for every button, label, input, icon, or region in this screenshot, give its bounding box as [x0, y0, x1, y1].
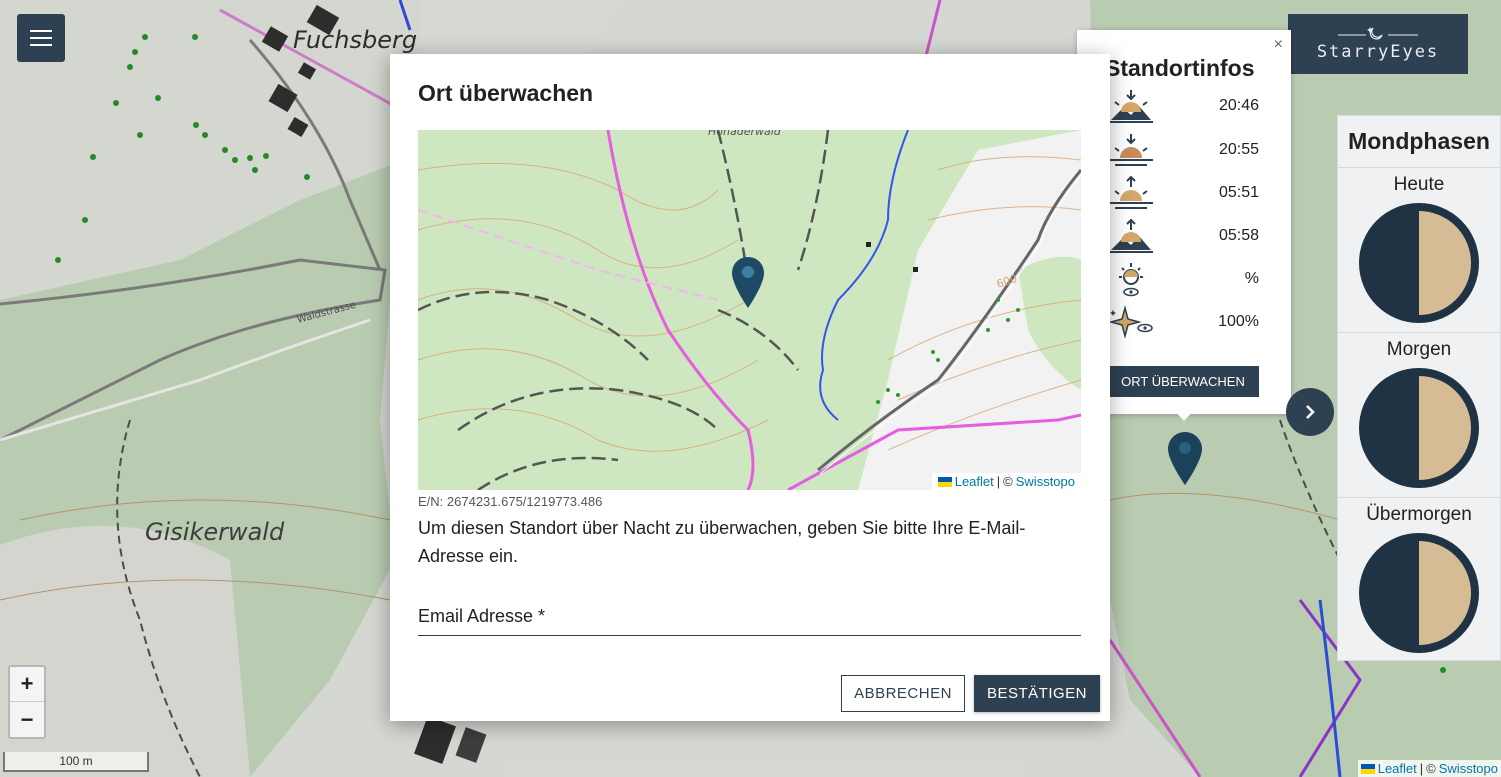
info-row-sun-visibility: % — [1107, 261, 1277, 297]
logo-text: StarryEyes — [1316, 42, 1440, 62]
star-visibility-icon — [1108, 305, 1153, 339]
moon-phase-label: Heute — [1393, 174, 1445, 195]
mini-map-attribution: Leaflet | © Swisstopo — [931, 473, 1081, 490]
info-value: 100% — [1218, 313, 1259, 330]
sunset-icon — [1109, 90, 1153, 123]
leaflet-link[interactable]: Leaflet — [955, 474, 994, 489]
moon-phase-icon — [1359, 533, 1479, 653]
info-value: 05:51 — [1218, 184, 1259, 201]
moon-phase-day-after: Übermorgen — [1338, 498, 1500, 663]
sunrise-mountain-icon — [1109, 218, 1153, 253]
ukraine-flag-icon — [1360, 763, 1375, 774]
info-row-star-visibility: 100% — [1107, 304, 1277, 340]
confirm-button[interactable]: BESTÄTIGEN — [974, 675, 1100, 712]
swisstopo-link[interactable]: Swisstopo — [1439, 761, 1498, 776]
building — [866, 242, 871, 247]
watch-location-button[interactable]: ORT ÜBERWACHEN — [1107, 366, 1259, 397]
app-logo[interactable]: StarryEyes — [1288, 14, 1468, 74]
moon-phase-tomorrow: Morgen — [1338, 333, 1500, 498]
mini-map-place-label: Hohaderwald — [708, 130, 782, 138]
dialog-title: Ort überwachen — [418, 80, 594, 106]
dialog-description: Um diesen Standort über Nacht zu überwac… — [418, 518, 1026, 566]
ukraine-flag-icon — [937, 476, 952, 487]
sunrise-icon — [1109, 175, 1153, 209]
moon-star-icon — [1338, 27, 1418, 40]
moon-phases-title: Mondphasen — [1338, 116, 1500, 168]
watch-location-dialog: Ort überwachen Hohaderwald 600 Leaflet |… — [390, 54, 1110, 721]
menu-button[interactable] — [17, 14, 65, 62]
moon-phases-panel: Mondphasen Heute Morgen Übermorgen — [1337, 115, 1501, 661]
close-icon[interactable]: × — [1274, 36, 1283, 54]
info-value: 20:46 — [1218, 97, 1259, 114]
map-attribution: Leaflet | © Swisstopo — [1357, 760, 1501, 777]
chevron-right-icon — [1306, 405, 1315, 419]
info-row-civil-dusk: 20:55 — [1107, 132, 1277, 168]
email-field[interactable] — [418, 602, 1081, 636]
hamburger-icon — [30, 30, 52, 46]
zoom-out-button[interactable]: − — [10, 702, 44, 737]
next-arrow-button[interactable] — [1286, 388, 1334, 436]
dialog-mini-map[interactable]: Hohaderwald 600 Leaflet | © Swisstopo — [418, 130, 1081, 490]
zoom-in-button[interactable]: + — [10, 667, 44, 702]
copyright-symbol: © — [1426, 761, 1436, 776]
cancel-button[interactable]: ABBRECHEN — [841, 675, 965, 712]
copyright-symbol: © — [1003, 474, 1013, 489]
info-row-sunrise: 05:51 — [1107, 175, 1277, 211]
moon-phase-label: Übermorgen — [1366, 504, 1472, 525]
moon-phase-icon — [1359, 368, 1479, 488]
mini-map-tiles: Hohaderwald 600 — [418, 130, 1081, 490]
info-value: % — [1244, 270, 1259, 287]
moon-phase-label: Morgen — [1386, 339, 1452, 360]
location-info-title: Standortinfos — [1105, 55, 1255, 81]
sun-visibility-icon — [1119, 263, 1143, 297]
zoom-control: + − — [8, 665, 46, 739]
moon-phase-icon — [1359, 203, 1479, 323]
info-row-sunrise-mountain: 05:58 — [1107, 218, 1277, 254]
moon-phase-today: Heute — [1338, 168, 1500, 333]
info-row-sunset: 20:46 — [1107, 88, 1277, 124]
info-value: 20:55 — [1218, 141, 1259, 158]
popup-tip — [1174, 410, 1194, 421]
sunset-civil-icon — [1109, 134, 1153, 166]
map-scale: 100 m — [3, 752, 149, 772]
coordinates-readout: E/N: 2674231.675/1219773.486 — [418, 494, 603, 509]
building — [913, 267, 918, 272]
swisstopo-link[interactable]: Swisstopo — [1016, 474, 1075, 489]
attribution-separator: | — [996, 474, 1001, 489]
info-value: 05:58 — [1218, 227, 1259, 244]
attribution-separator: | — [1419, 761, 1424, 776]
leaflet-link[interactable]: Leaflet — [1378, 761, 1417, 776]
